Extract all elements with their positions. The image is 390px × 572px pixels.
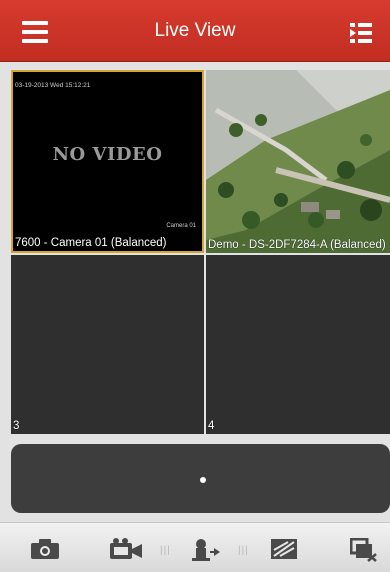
cell-number: 4 — [208, 420, 215, 432]
no-video-text: NO VIDEO — [52, 144, 163, 165]
video-cell-2[interactable]: Demo - DS-2DF7284-A (Balanced) — [206, 70, 390, 253]
cell-number: 3 — [13, 420, 20, 432]
video-cell-1[interactable]: 03-19-2013 Wed 15:12:21 NO VIDEO Camera … — [11, 70, 204, 253]
osd-timestamp: 03-19-2013 Wed 15:12:21 — [15, 82, 91, 89]
toolbar-separator: ||| — [238, 545, 249, 556]
video-cell-4[interactable]: 4 — [206, 255, 390, 434]
record-icon[interactable] — [109, 538, 143, 565]
bottom-toolbar: ||| ||| — [0, 522, 390, 572]
ptz-icon[interactable] — [190, 538, 222, 567]
page-indicator-dot — [200, 477, 206, 483]
image-quality-icon[interactable] — [270, 538, 298, 565]
device-list-icon[interactable] — [350, 23, 372, 43]
toolbar-separator: ||| — [160, 545, 171, 556]
camera-icon[interactable] — [30, 538, 60, 565]
close-all-icon[interactable] — [349, 537, 378, 567]
aerial-video-frame — [206, 70, 390, 253]
page-title: Live View — [154, 20, 236, 41]
video-cell-3[interactable]: 3 — [11, 255, 204, 434]
osd-camera-name: Camera 01 — [166, 223, 196, 229]
camera-label: Demo - DS-2DF7284-A (Balanced) — [208, 239, 386, 251]
live-view-grid: 03-19-2013 Wed 15:12:21 NO VIDEO Camera … — [0, 62, 390, 522]
top-bar: Live View — [0, 0, 390, 62]
camera-label: 7600 - Camera 01 (Balanced) — [15, 237, 167, 249]
control-panel[interactable] — [11, 444, 390, 513]
